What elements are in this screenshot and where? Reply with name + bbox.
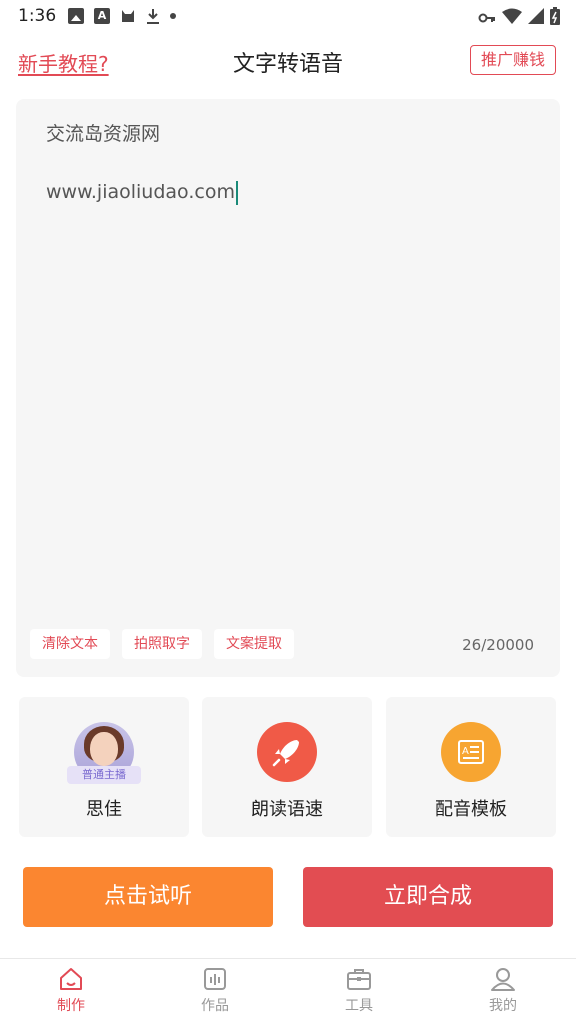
home-icon bbox=[57, 965, 85, 993]
nav-item-tools[interactable]: 工具 bbox=[314, 965, 404, 1015]
listen-button[interactable]: 点击试听 bbox=[23, 867, 273, 927]
a-icon: A bbox=[94, 8, 110, 24]
dubbing-template-label: 配音模板 bbox=[435, 799, 507, 820]
text-line-1: 交流岛资源网 bbox=[46, 123, 161, 145]
photo-ocr-button[interactable]: 拍照取字 bbox=[122, 629, 202, 659]
reading-speed-card[interactable]: 朗读语速 bbox=[202, 697, 372, 837]
nav-item-works[interactable]: 作品 bbox=[170, 965, 260, 1015]
anchor-tag: 普通主播 bbox=[67, 766, 141, 784]
nav-label-mine: 我的 bbox=[489, 998, 517, 1014]
status-system-icons bbox=[478, 7, 560, 29]
text-editor-card: 交流岛资源网 www.jiaoliudao.com 清除文本 拍照取字 文案提取… bbox=[16, 99, 560, 677]
nav-item-mine[interactable]: 我的 bbox=[458, 965, 548, 1015]
dot-icon bbox=[170, 13, 176, 19]
promo-earn-button[interactable]: 推广赚钱 bbox=[469, 45, 556, 75]
clear-text-button[interactable]: 清除文本 bbox=[30, 629, 110, 659]
image-icon bbox=[68, 8, 84, 24]
text-input-area[interactable]: 交流岛资源网 www.jiaoliudao.com bbox=[46, 119, 526, 207]
works-icon bbox=[201, 965, 229, 993]
synthesize-button[interactable]: 立即合成 bbox=[303, 867, 553, 927]
char-count: 26/20000 bbox=[462, 636, 534, 654]
wifi-icon bbox=[502, 8, 522, 28]
profile-icon bbox=[489, 965, 517, 993]
nav-label-tools: 工具 bbox=[345, 998, 373, 1014]
status-notification-icons: A bbox=[68, 8, 176, 24]
status-bar: 1:36 A bbox=[0, 0, 576, 34]
dubbing-template-card[interactable]: A 配音模板 bbox=[386, 697, 556, 837]
cat-icon bbox=[120, 8, 136, 24]
status-time: 1:36 bbox=[18, 6, 57, 26]
editor-actions: 清除文本 拍照取字 文案提取 bbox=[30, 629, 294, 659]
text-cursor bbox=[235, 180, 238, 205]
key-icon bbox=[478, 9, 496, 28]
nav-label-works: 作品 bbox=[201, 998, 229, 1014]
battery-icon bbox=[550, 7, 560, 29]
voice-anchor-card[interactable]: 普通主播 思佳 bbox=[19, 697, 189, 837]
text-line-2: www.jiaoliudao.com bbox=[46, 177, 526, 207]
signal-icon bbox=[528, 8, 544, 28]
template-icon: A bbox=[441, 722, 501, 782]
nav-label-make: 制作 bbox=[57, 998, 85, 1014]
svg-text:A: A bbox=[462, 746, 469, 757]
nav-item-make[interactable]: 制作 bbox=[26, 965, 116, 1015]
text-line-2-content: www.jiaoliudao.com bbox=[46, 181, 235, 203]
rocket-icon bbox=[257, 722, 317, 782]
voice-anchor-label: 思佳 bbox=[86, 799, 122, 820]
bottom-nav: 制作 作品 工具 我的 bbox=[0, 958, 576, 1025]
download-icon bbox=[146, 8, 160, 24]
toolbox-icon bbox=[345, 965, 373, 993]
copy-extract-button[interactable]: 文案提取 bbox=[214, 629, 294, 659]
app-header: 新手教程? 文字转语音 推广赚钱 bbox=[0, 40, 576, 84]
reading-speed-label: 朗读语速 bbox=[251, 799, 323, 820]
